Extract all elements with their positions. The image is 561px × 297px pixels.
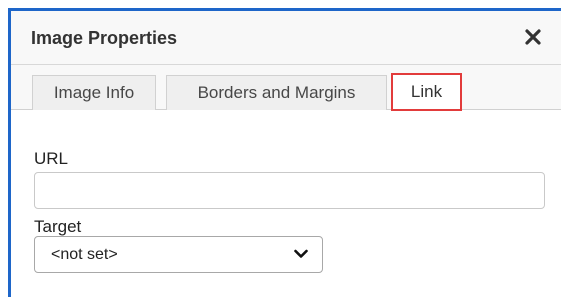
chevron-down-icon <box>294 249 308 258</box>
target-label: Target <box>34 217 82 236</box>
image-properties-dialog: Image Properties Image Info Borders and … <box>8 8 561 297</box>
dialog-titlebar: Image Properties <box>11 11 561 65</box>
tab-bar: Image Info Borders and Margins Link <box>11 65 561 111</box>
tab-image-info[interactable]: Image Info <box>32 75 156 110</box>
tab-borders-and-margins[interactable]: Borders and Margins <box>166 75 387 110</box>
close-button[interactable] <box>521 25 545 49</box>
url-label: URL <box>34 149 69 168</box>
dialog-title: Image Properties <box>31 28 178 48</box>
target-select[interactable]: <not set> <box>34 236 323 273</box>
tab-link[interactable]: Link <box>391 73 462 111</box>
target-select-value: <not set> <box>51 245 118 263</box>
url-input[interactable] <box>34 172 545 209</box>
close-icon <box>525 29 541 45</box>
link-tab-panel: URL Target <not set> <box>11 111 561 297</box>
